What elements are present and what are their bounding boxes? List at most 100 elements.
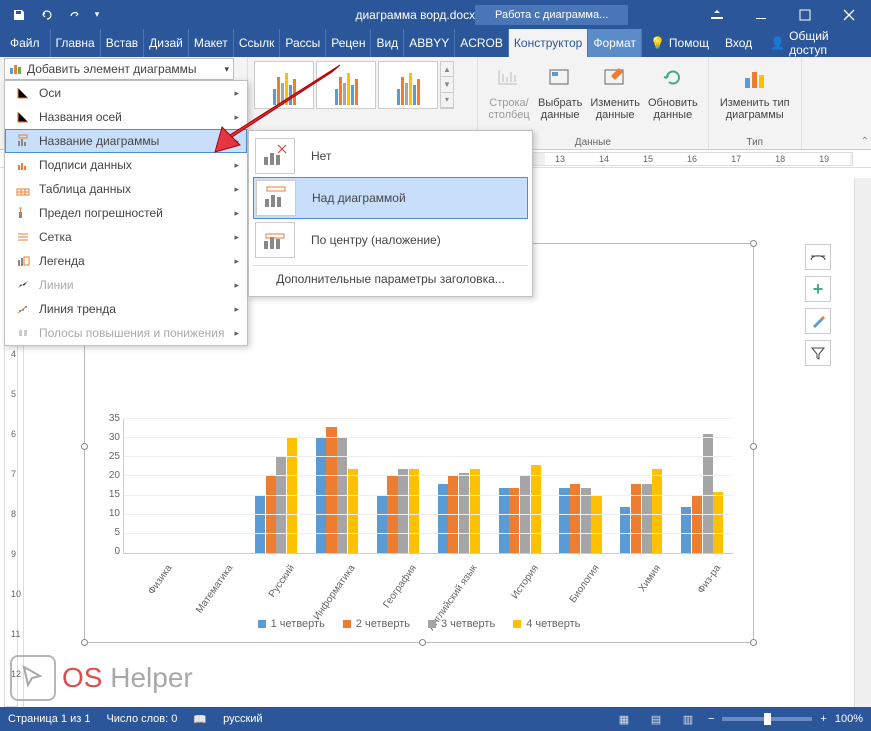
layout-options-button[interactable] <box>805 244 831 270</box>
tab-format[interactable]: Формат <box>588 29 642 57</box>
window-controls <box>695 0 871 29</box>
data-table-icon <box>13 182 33 196</box>
resize-handle[interactable] <box>750 443 757 450</box>
menu-data-labels[interactable]: Подписи данных▸ <box>5 153 247 177</box>
word-count[interactable]: Число слов: 0 <box>106 713 177 725</box>
close-button[interactable] <box>827 0 871 29</box>
tab-references[interactable]: Ссылк <box>234 29 281 57</box>
tab-design[interactable]: Дизай <box>144 29 189 57</box>
menu-gridlines[interactable]: Сетка▸ <box>5 225 247 249</box>
resize-handle[interactable] <box>750 240 757 247</box>
menu-legend[interactable]: Легенда▸ <box>5 249 247 273</box>
cursor-icon <box>10 655 56 701</box>
tab-file[interactable]: Файл <box>0 29 51 57</box>
tab-acrobat[interactable]: ACROB <box>455 29 509 57</box>
updown-icon <box>13 326 33 340</box>
qat-customize-button[interactable]: ▾ <box>90 3 104 27</box>
menu-lines: Линии▸ <box>5 273 247 297</box>
lines-icon <box>13 278 33 292</box>
chart-styles-button[interactable] <box>805 308 831 334</box>
submenu-centered[interactable]: По центру (наложение) <box>253 219 528 261</box>
none-icon <box>255 138 295 174</box>
resize-handle[interactable] <box>81 443 88 450</box>
switch-icon <box>495 61 523 95</box>
menu-axis-titles[interactable]: Названия осей▸ <box>5 105 247 129</box>
tab-mailings[interactable]: Рассы <box>280 29 326 57</box>
quick-access-toolbar: ▾ <box>0 3 104 27</box>
menu-error-bars[interactable]: Предел погрешностей▸ <box>5 201 247 225</box>
chevron-right-icon: ▸ <box>234 280 239 291</box>
scrollbar-vertical[interactable] <box>854 178 871 707</box>
menu-axes[interactable]: Оси▸ <box>5 81 247 105</box>
refresh-data-button[interactable]: Обновить данные <box>644 59 702 121</box>
zoom-level[interactable]: 100% <box>835 713 863 725</box>
menu-trendline[interactable]: Линия тренда▸ <box>5 297 247 321</box>
style-item-1[interactable] <box>254 61 314 109</box>
page-indicator[interactable]: Страница 1 из 1 <box>8 713 90 725</box>
spellcheck-icon[interactable]: 📖 <box>193 713 207 726</box>
zoom-slider[interactable] <box>722 717 812 721</box>
menu-updown-bars: Полосы повышения и понижения▸ <box>5 321 247 345</box>
style-item-2[interactable] <box>316 61 376 109</box>
chevron-right-icon: ▸ <box>234 328 239 339</box>
chevron-right-icon: ▸ <box>234 136 239 147</box>
chevron-right-icon: ▸ <box>234 112 239 123</box>
select-icon <box>546 61 574 95</box>
signin-button[interactable]: Вход <box>717 29 760 57</box>
collapse-ribbon-button[interactable]: ⌃ <box>861 136 869 147</box>
style-item-3[interactable] <box>378 61 438 109</box>
tab-abbyy[interactable]: ABBYY <box>404 29 455 57</box>
submenu-above[interactable]: Над диаграммой <box>253 177 528 219</box>
refresh-icon <box>659 61 687 95</box>
undo-button[interactable] <box>34 3 60 27</box>
web-layout-button[interactable]: ▥ <box>676 709 700 729</box>
tab-review[interactable]: Рецен <box>326 29 371 57</box>
minimize-button[interactable] <box>739 0 783 29</box>
help-button[interactable]: 💡Помощ <box>642 29 717 57</box>
language-indicator[interactable]: русский <box>223 713 262 725</box>
redo-button[interactable] <box>62 3 88 27</box>
tab-layout[interactable]: Макет <box>189 29 234 57</box>
tab-view[interactable]: Вид <box>371 29 404 57</box>
resize-handle[interactable] <box>419 639 426 646</box>
gallery-scroll[interactable]: ▲▼▾ <box>440 61 454 109</box>
chart-filters-button[interactable] <box>805 340 831 366</box>
read-mode-button[interactable]: ▦ <box>612 709 636 729</box>
switch-row-column-button[interactable]: Строка/ столбец <box>484 59 534 121</box>
select-data-button[interactable]: Выбрать данные <box>534 59 586 121</box>
maximize-button[interactable] <box>783 0 827 29</box>
change-chart-type-button[interactable]: Изменить тип диаграммы <box>715 59 795 121</box>
save-button[interactable] <box>6 3 32 27</box>
print-layout-button[interactable]: ▤ <box>644 709 668 729</box>
y-axis: 05101520253035 <box>100 413 120 565</box>
group-type: Изменить тип диаграммы Тип <box>709 57 802 149</box>
share-button[interactable]: 👤Общий доступ <box>760 29 871 57</box>
ribbon-options-button[interactable] <box>695 0 739 29</box>
chevron-right-icon: ▸ <box>234 256 239 267</box>
chevron-right-icon: ▸ <box>234 304 239 315</box>
submenu-none[interactable]: Нет <box>253 135 528 177</box>
zoom-in-button[interactable]: + <box>820 713 826 725</box>
centered-icon <box>255 222 295 258</box>
add-chart-element-button[interactable]: Добавить элемент диаграммы ▾ <box>4 58 234 80</box>
tab-insert[interactable]: Встав <box>101 29 144 57</box>
data-labels-icon <box>13 158 33 172</box>
chart-styles-gallery[interactable]: ▲▼▾ <box>254 61 471 109</box>
tab-home[interactable]: Главна <box>51 29 101 57</box>
tab-constructor[interactable]: Конструктор <box>509 29 588 57</box>
chart-elements-button[interactable]: + <box>805 276 831 302</box>
menu-data-table[interactable]: Таблица данных▸ <box>5 177 247 201</box>
edit-data-button[interactable]: Изменить данные <box>586 59 644 121</box>
zoom-out-button[interactable]: − <box>708 713 714 725</box>
gridlines-icon <box>13 230 33 244</box>
resize-handle[interactable] <box>81 639 88 646</box>
menu-chart-title[interactable]: Название диаграммы▸ <box>5 129 247 153</box>
watermark-logo: OS Helper <box>10 655 193 701</box>
chart-legend[interactable]: 1 четверть2 четверть3 четверть4 четверть <box>85 618 753 630</box>
error-bars-icon <box>13 206 33 220</box>
plot-area[interactable]: 05101520253035 <box>123 419 733 554</box>
resize-handle[interactable] <box>750 639 757 646</box>
chevron-right-icon: ▸ <box>234 160 239 171</box>
submenu-more-options[interactable]: Дополнительные параметры заголовка... <box>253 265 528 292</box>
edit-icon <box>601 61 629 95</box>
